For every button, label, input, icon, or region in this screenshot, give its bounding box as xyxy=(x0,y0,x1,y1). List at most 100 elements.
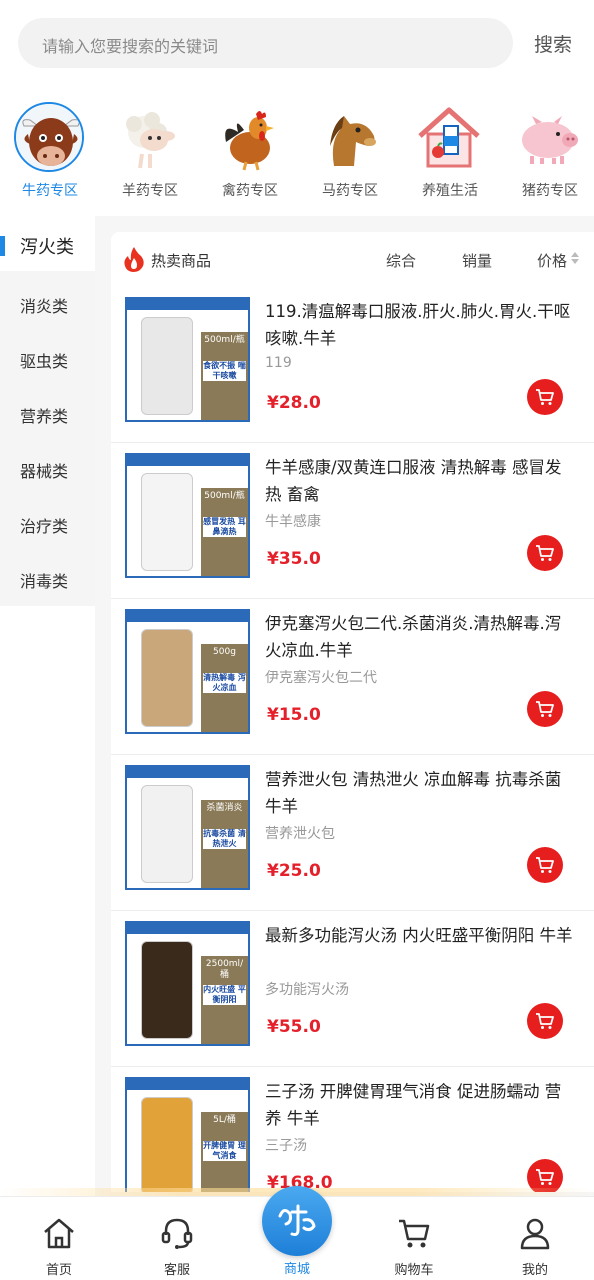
product-title[interactable]: 三子汤 开脾健胃理气消食 促进肠蠕动 营养 牛羊 xyxy=(265,1078,577,1132)
sidebar-item-xiaoyan[interactable]: 消炎类 xyxy=(0,276,95,331)
product-image[interactable]: 5L/桶开脾健胃 理气消食 xyxy=(125,1077,250,1192)
category-horse[interactable]: 马药专区 xyxy=(300,98,400,208)
product-item[interactable]: 2500ml/桶 内火旺盛 平衡阴阳 最新多功能泻火汤 内火旺盛平衡阴阳 牛羊 多功能… xyxy=(111,911,594,1067)
sidebar-item-xiehuo[interactable]: 泻火类 xyxy=(0,216,95,271)
tab-service[interactable]: 客服 xyxy=(118,1197,236,1280)
image-caption: 500g xyxy=(213,647,236,657)
image-caption: 杀菌消炎 xyxy=(206,803,243,813)
sidebar-item-label: 营养类 xyxy=(20,407,69,426)
sort-price[interactable]: 价格 xyxy=(537,250,567,271)
add-to-cart-button[interactable] xyxy=(527,379,563,415)
user-icon xyxy=(520,1218,550,1250)
add-to-cart-button[interactable] xyxy=(527,535,563,571)
category-pig[interactable]: 猪药专区 xyxy=(500,98,594,208)
search-button[interactable]: 搜索 xyxy=(534,30,572,57)
add-to-cart-button[interactable] xyxy=(527,1003,563,1039)
image-banner xyxy=(127,611,248,622)
product-title[interactable]: 伊克塞泻火包二代.杀菌消炎.清热解毒.泻火凉血.牛羊 xyxy=(265,610,577,664)
product-title[interactable]: 营养泄火包 清热泄火 凉血解毒 抗毒杀菌 牛羊 xyxy=(265,766,577,820)
category-label: 禽药专区 xyxy=(222,183,278,199)
product-item[interactable]: 500ml/瓶 感冒发热 耳鼻滴热 牛羊感康/双黄连口服液 清热解毒 感冒发热 畜禽… xyxy=(111,443,594,599)
category-label: 马药专区 xyxy=(322,183,378,199)
sort-sales[interactable]: 销量 xyxy=(462,250,492,271)
cart-icon xyxy=(536,1169,554,1185)
image-banner xyxy=(127,1079,248,1090)
image-panel-top xyxy=(201,778,248,800)
sidebar-item-label: 消毒类 xyxy=(20,572,69,591)
sidebar-item-zhiliao[interactable]: 治疗类 xyxy=(0,496,95,551)
tab-label: 首页 xyxy=(45,1263,72,1278)
category-label: 牛药专区 xyxy=(22,183,78,199)
product-image[interactable]: 500g 清热解毒 泻火凉血 xyxy=(125,609,250,734)
pig-icon xyxy=(514,102,584,172)
product-price: ¥15.0 xyxy=(267,705,321,725)
cart-icon xyxy=(536,389,554,405)
product-title[interactable]: 最新多功能泻火汤 内火旺盛平衡阴阳 牛羊 xyxy=(265,922,577,949)
home-icon xyxy=(44,1218,74,1249)
product-image[interactable]: 500ml/瓶 感冒发热 耳鼻滴热 xyxy=(125,453,250,578)
sort-arrows-icon[interactable] xyxy=(570,250,580,266)
product-image[interactable]: 2500ml/桶 内火旺盛 平衡阴阳 xyxy=(125,921,250,1046)
category-cow[interactable]: 牛药专区 xyxy=(0,98,100,208)
image-caption: 500ml/瓶 xyxy=(204,491,245,501)
sidebar-item-qixie[interactable]: 器械类 xyxy=(0,441,95,496)
active-indicator xyxy=(0,236,5,256)
sidebar-item-label: 治疗类 xyxy=(20,517,69,536)
add-to-cart-button[interactable] xyxy=(527,847,563,883)
sidebar-item-xiaodu[interactable]: 消毒类 xyxy=(0,551,95,606)
category-label: 羊药专区 xyxy=(122,183,178,199)
image-caption-secondary: 开脾健胃 理气消食 xyxy=(203,1141,246,1161)
product-price: ¥25.0 xyxy=(267,861,321,881)
image-caption: 5L/桶 xyxy=(213,1115,236,1125)
add-to-cart-button[interactable] xyxy=(527,691,563,727)
product-package xyxy=(141,473,193,571)
cart-icon xyxy=(536,857,554,873)
image-caption-secondary: 抗毒杀菌 清热泄火 xyxy=(203,829,246,849)
sort-comprehensive[interactable]: 综合 xyxy=(386,250,416,271)
headset-icon xyxy=(161,1218,193,1249)
category-strip: 牛药专区 羊药专区 禽药专区 马药专区 养殖生活 猪药专区 xyxy=(0,98,594,208)
category-label: 猪药专区 xyxy=(522,183,578,199)
product-image[interactable]: 杀菌消炎抗毒杀菌 清热泄火 xyxy=(125,765,250,890)
product-image[interactable]: 500ml/瓶 食欲不振 喘干咳嗽 xyxy=(125,297,250,422)
product-subtitle: 牛羊感康 xyxy=(265,514,321,530)
sidebar-item-label: 驱虫类 xyxy=(20,352,69,371)
tab-label-mall: 商城 xyxy=(283,1262,310,1277)
product-title[interactable]: 119.清瘟解毒口服液.肝火.肺火.胃火.干呕咳嗽.牛羊 xyxy=(265,298,577,352)
tab-mall[interactable] xyxy=(262,1186,332,1256)
listing-title: 热卖商品 xyxy=(151,252,212,270)
image-caption-secondary: 内火旺盛 平衡阴阳 xyxy=(203,985,246,1005)
image-caption-secondary: 清热解毒 泻火凉血 xyxy=(203,673,246,693)
product-item[interactable]: 500ml/瓶 食欲不振 喘干咳嗽 119.清瘟解毒口服液.肝火.肺火.胃火.干呕咳… xyxy=(111,287,594,443)
product-item[interactable]: 杀菌消炎抗毒杀菌 清热泄火 营养泄火包 清热泄火 凉血解毒 抗毒杀菌 牛羊营养泄火… xyxy=(111,755,594,911)
tab-mine[interactable]: 我的 xyxy=(476,1197,594,1280)
search-placeholder: 请输入您要搜索的关键词 xyxy=(42,37,219,56)
product-package xyxy=(141,941,193,1039)
product-title[interactable]: 牛羊感康/双黄连口服液 清热解毒 感冒发热 畜禽 xyxy=(265,454,577,508)
image-panel-top xyxy=(201,622,248,644)
cart-icon xyxy=(399,1219,430,1248)
image-caption-secondary: 食欲不振 喘干咳嗽 xyxy=(203,361,246,381)
sidebar-item-yingyang[interactable]: 营养类 xyxy=(0,386,95,441)
listing-header: 热卖商品 综合 销量 价格 xyxy=(111,232,594,287)
tab-label: 我的 xyxy=(521,1263,548,1278)
product-item[interactable]: 500g 清热解毒 泻火凉血 伊克塞泻火包二代.杀菌消炎.清热解毒.泻火凉血.牛羊伊… xyxy=(111,599,594,755)
horse-icon xyxy=(314,102,384,172)
product-item[interactable]: 5L/桶 开脾健胃 理气消食 三子汤 开脾健胃理气消食 促进肠蠕动 营养 牛羊 三子汤… xyxy=(111,1067,594,1192)
search-input[interactable]: 请输入您要搜索的关键词 xyxy=(18,18,513,68)
tab-label: 购物车 xyxy=(394,1263,434,1278)
category-poultry[interactable]: 禽药专区 xyxy=(200,98,300,208)
category-sheep[interactable]: 羊药专区 xyxy=(100,98,200,208)
tab-home[interactable]: 首页 xyxy=(0,1197,118,1280)
tab-cart[interactable]: 购物车 xyxy=(355,1197,473,1280)
product-price: ¥35.0 xyxy=(267,549,321,569)
sidebar-item-label: 器械类 xyxy=(20,462,69,481)
sidebar-item-quchong[interactable]: 驱虫类 xyxy=(0,331,95,386)
cart-icon xyxy=(536,1013,554,1029)
product-package xyxy=(141,317,193,415)
product-price: ¥55.0 xyxy=(267,1017,321,1037)
fire-icon xyxy=(124,247,144,272)
image-banner xyxy=(127,455,248,466)
category-farm-life[interactable]: 养殖生活 xyxy=(400,98,500,208)
product-subtitle: 营养泄火包 xyxy=(265,826,335,842)
